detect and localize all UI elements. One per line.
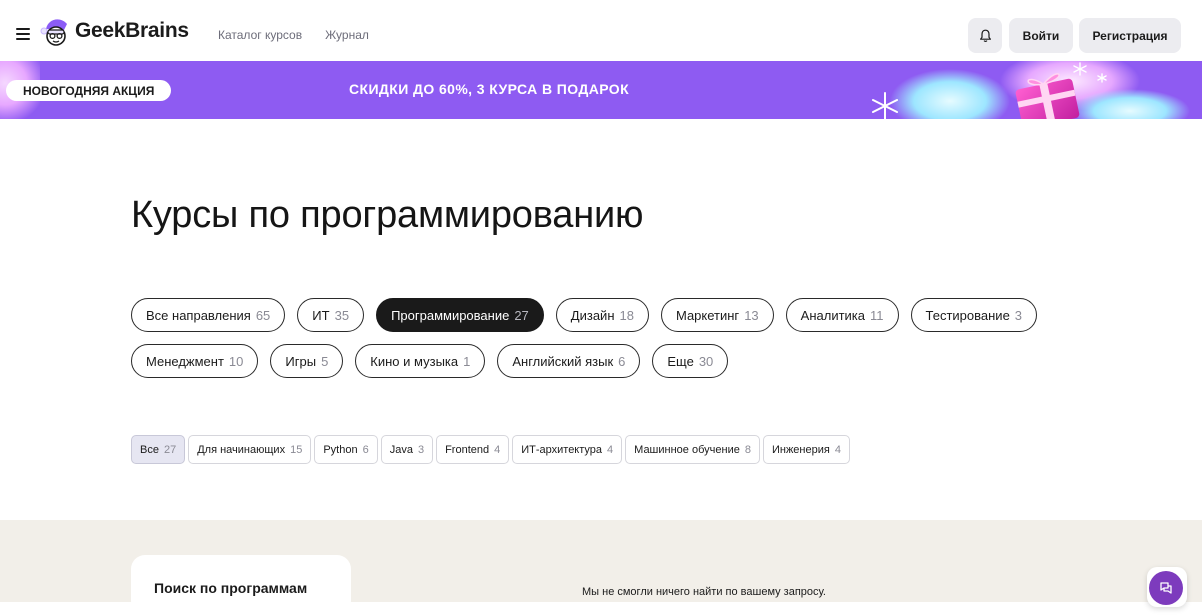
chat-button[interactable] [1147,567,1187,607]
tag-machine-learning[interactable]: Машинное обучение 8 [625,435,760,464]
login-button[interactable]: Войти [1009,18,1073,53]
hamburger-menu-icon[interactable] [16,28,30,40]
results-section: Поиск по программам Мы не смогли ничего … [0,520,1202,615]
tag-python[interactable]: Python 6 [314,435,378,464]
promo-pill: НОВОГОДНЯЯ АКЦИЯ [6,80,172,101]
tag-frontend[interactable]: Frontend 4 [436,435,510,464]
direction-chip-analytics[interactable]: Аналитика 11 [785,298,899,332]
site-header: GeekBrains Каталог курсов Журнал Войти Р… [0,0,1202,61]
direction-chip-english[interactable]: Английский язык 6 [497,344,641,378]
promo-text: СКИДКИ ДО 60%, 3 КУРСА В ПОДАРОК [349,81,630,97]
direction-chip-more[interactable]: Еще 30 [652,344,729,378]
direction-chip-programming[interactable]: Программирование 27 [376,298,544,332]
direction-chip-cinema-music[interactable]: Кино и музыка 1 [355,344,486,378]
tag-java[interactable]: Java 3 [380,435,434,464]
nav-link-journal[interactable]: Журнал [325,28,369,42]
directions-row-2: Менеджмент 10 Игры 5 Кино и музыка 1 Англий… [131,344,729,378]
geekbrains-logo-icon [40,15,72,47]
direction-chip-testing[interactable]: Тестирование 3 [910,298,1038,332]
direction-chip-all[interactable]: Все направления 65 [131,298,286,332]
logo[interactable]: GeekBrains [40,14,189,48]
tag-it-architecture[interactable]: ИТ-архитектура 4 [512,435,623,464]
direction-chip-it[interactable]: ИТ 35 [297,298,365,332]
chat-icon [1149,571,1183,605]
direction-chip-design[interactable]: Дизайн 18 [555,298,649,332]
nav-link-catalog[interactable]: Каталог курсов [218,28,302,42]
tag-engineering[interactable]: Инженерия 4 [762,435,850,464]
direction-chip-games[interactable]: Игры 5 [270,344,344,378]
direction-chip-marketing[interactable]: Маркетинг 13 [660,298,774,332]
directions-row-1: Все направления 65 ИТ 35 Программирование 2… [131,298,1038,332]
empty-results-message: Мы не смогли ничего найти по вашему запр… [582,586,826,598]
search-panel-title: Поиск по программам [154,580,308,596]
register-button[interactable]: Регистрация [1079,18,1181,53]
gift-snowflake-decoration [872,61,1190,119]
tag-filters: Все 27 Для начинающих 15 Python 6 Java 3 Fro… [131,435,850,464]
bell-icon [979,29,991,42]
direction-chip-management[interactable]: Менеджмент 10 [131,344,259,378]
page-title: Курсы по программированию [131,194,644,236]
promo-banner[interactable]: НОВОГОДНЯЯ АКЦИЯ СКИДКИ ДО 60%, 3 КУРСА … [0,61,1202,119]
tag-beginners[interactable]: Для начинающих 15 [188,435,312,464]
main-nav: Каталог курсов Журнал [218,28,369,42]
tag-all[interactable]: Все 27 [131,435,186,464]
logo-text: GeekBrains [75,19,189,42]
notifications-button[interactable] [968,18,1002,53]
program-search-panel: Поиск по программам [131,555,351,615]
